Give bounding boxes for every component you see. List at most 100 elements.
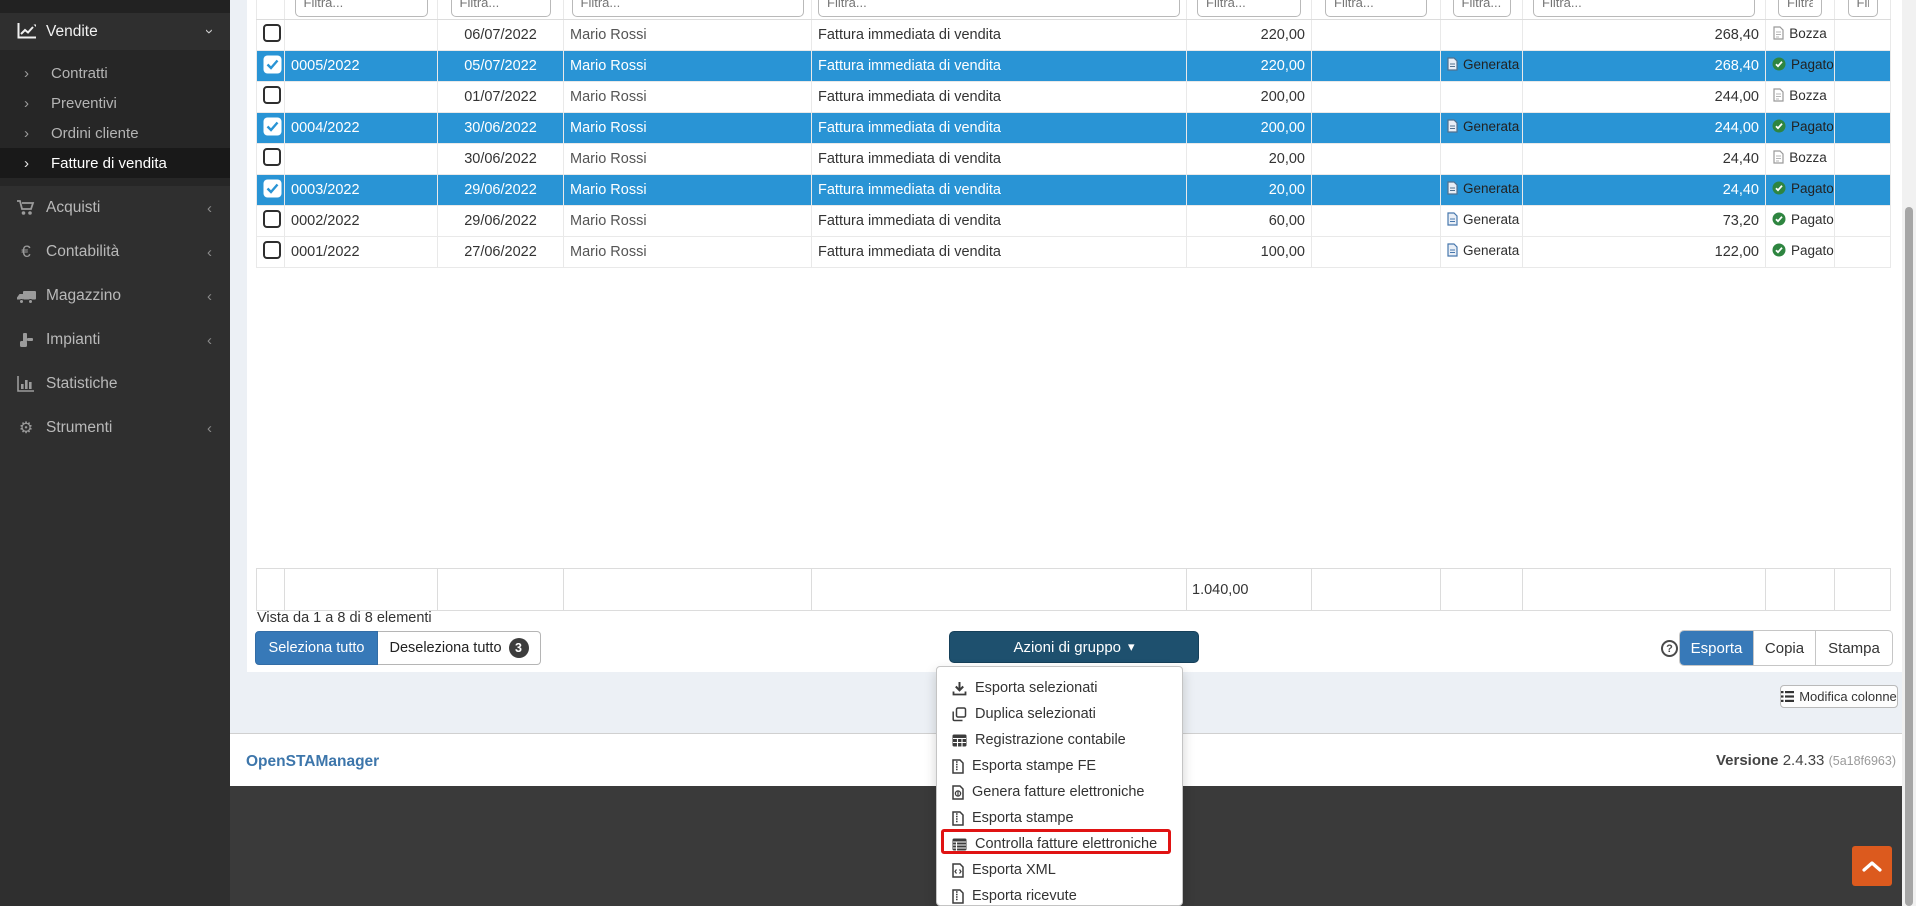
paid-check-icon (1772, 119, 1786, 133)
group-actions-button[interactable]: Azioni di gruppo ▾ (949, 631, 1199, 663)
cell-numero (285, 144, 438, 175)
menu-item-duplica-selezionati[interactable]: Duplica selezionati (937, 701, 1182, 727)
cell-stato: Pagato (1766, 206, 1835, 237)
cell-stato: Pagato (1766, 237, 1835, 268)
sidebar-item-vendite[interactable]: Vendite › (0, 13, 230, 50)
cell-totale: 268,40 (1523, 51, 1766, 82)
file-code-icon (952, 863, 964, 878)
cell-stato: Pagato (1766, 113, 1835, 144)
table-totals-row: 1.040,00 (256, 568, 1891, 611)
row-checkbox-checked[interactable] (263, 186, 282, 202)
row-checkbox[interactable] (263, 241, 281, 259)
sidebar-item-strumenti[interactable]: ⚙ Strumenti ‹ (0, 406, 230, 450)
cell-stato: Bozza (1766, 20, 1835, 51)
results-summary: Vista da 1 a 8 di 8 elementi (257, 610, 432, 626)
filter-stato-input[interactable] (1778, 0, 1822, 17)
sidebar-item-contabilita[interactable]: € Contabilità ‹ (0, 230, 230, 274)
edit-columns-label: Modifica colonne (1799, 689, 1897, 704)
menu-item-genera-fatture-elettroniche[interactable]: Genera fatture elettroniche (937, 779, 1182, 805)
sidebar-item-magazzino[interactable]: Magazzino ‹ (0, 274, 230, 318)
download-icon (952, 681, 967, 696)
table-row[interactable]: 01/07/2022 Mario Rossi Fattura immediata… (257, 82, 1891, 113)
menu-item-esporta-xml[interactable]: Esporta XML (937, 857, 1182, 883)
table-row-selected[interactable]: 0005/2022 05/07/2022 Mario Rossi Fattura… (257, 51, 1891, 82)
deselect-all-button[interactable]: Deseleziona tutto 3 (378, 631, 541, 665)
filter-numero-input[interactable] (295, 0, 428, 17)
paid-check-icon (1772, 212, 1786, 226)
sidebar-item-impianti[interactable]: Impianti ‹ (0, 318, 230, 362)
version-number: 2.4.33 (1783, 752, 1825, 769)
cell-fe (1441, 20, 1523, 51)
sidebar-item-contratti[interactable]: › Contratti (0, 58, 230, 88)
table-row[interactable]: 0002/2022 29/06/2022 Mario Rossi Fattura… (257, 206, 1891, 237)
sidebar-item-ordini-cliente[interactable]: › Ordini cliente (0, 118, 230, 148)
cell-numero: 0002/2022 (285, 206, 438, 237)
sidebar-item-label: Contabilità (46, 243, 207, 261)
table-row[interactable]: 0001/2022 27/06/2022 Mario Rossi Fattura… (257, 237, 1891, 268)
menu-item-registrazione-contabile[interactable]: Registrazione contabile (937, 727, 1182, 753)
sidebar-item-label: Ordini cliente (51, 125, 139, 142)
filter-ragione-sociale-input[interactable] (572, 0, 804, 17)
cell-sconto (1312, 51, 1441, 82)
table-row-selected[interactable]: 0004/2022 30/06/2022 Mario Rossi Fattura… (257, 113, 1891, 144)
cell-imponibile: 60,00 (1187, 206, 1312, 237)
menu-item-esporta-selezionati[interactable]: Esporta selezionati (937, 675, 1182, 701)
row-checkbox[interactable] (263, 148, 281, 166)
row-checkbox[interactable] (263, 210, 281, 228)
cell-tipo: Fattura immediata di vendita (812, 82, 1187, 113)
cell-imponibile: 200,00 (1187, 82, 1312, 113)
menu-item-esporta-stampe-fe[interactable]: Esporta stampe FE (937, 753, 1182, 779)
cell-sconto (1312, 82, 1441, 113)
filter-fe-input[interactable] (1453, 0, 1511, 17)
cell-data: 29/06/2022 (438, 206, 564, 237)
cell-data: 27/06/2022 (438, 237, 564, 268)
cell-extra (1835, 20, 1891, 51)
table-row[interactable]: 06/07/2022 Mario Rossi Fattura immediata… (257, 20, 1891, 51)
filter-totale-input[interactable] (1533, 0, 1755, 17)
sidebar-item-acquisti[interactable]: Acquisti ‹ (0, 186, 230, 230)
scrollbar-thumb[interactable] (1905, 207, 1913, 906)
cell-fe: Generata (1441, 51, 1523, 82)
menu-item-label: Duplica selezionati (975, 706, 1096, 722)
menu-item-label: Esporta XML (972, 862, 1056, 878)
select-all-button[interactable]: Seleziona tutto (255, 631, 378, 665)
cell-numero (285, 20, 438, 51)
cell-tipo: Fattura immediata di vendita (812, 113, 1187, 144)
shopping-cart-icon (15, 200, 37, 216)
export-button[interactable]: Esporta (1680, 631, 1754, 665)
menu-item-esporta-stampe[interactable]: Esporta stampe (937, 805, 1182, 831)
chevron-up-icon (1862, 860, 1882, 872)
export-button-group: Esporta Copia Stampa (1679, 630, 1893, 666)
euro-icon: € (15, 242, 37, 262)
sidebar-item-statistiche[interactable]: Statistiche (0, 362, 230, 406)
filter-data-input[interactable] (451, 0, 551, 17)
cell-data: 01/07/2022 (438, 82, 564, 113)
row-checkbox-checked[interactable] (263, 62, 282, 78)
table-row[interactable]: 30/06/2022 Mario Rossi Fattura immediata… (257, 144, 1891, 175)
row-checkbox-checked[interactable] (263, 124, 282, 140)
draft-file-icon (1773, 26, 1784, 40)
print-button[interactable]: Stampa (1816, 631, 1892, 665)
scroll-to-top-button[interactable] (1852, 846, 1892, 886)
table-row-selected[interactable]: 0003/2022 29/06/2022 Mario Rossi Fattura… (257, 175, 1891, 206)
sidebar-item-preventivi[interactable]: › Preventivi (0, 88, 230, 118)
filter-tipo-input[interactable] (818, 0, 1180, 17)
cell-data: 30/06/2022 (438, 113, 564, 144)
menu-item-controlla-fatture-elettroniche[interactable]: Controlla fatture elettroniche (937, 831, 1182, 857)
edit-columns-button[interactable]: Modifica colonne (1780, 685, 1898, 708)
copy-button[interactable]: Copia (1754, 631, 1816, 665)
row-checkbox[interactable] (263, 24, 281, 42)
filter-imponibile-input[interactable] (1197, 0, 1301, 17)
filter-sconto-input[interactable] (1325, 0, 1427, 17)
brand-link[interactable]: OpenSTAManager (246, 753, 379, 771)
filter-extra-input[interactable] (1848, 0, 1878, 17)
electronic-invoice-icon (1447, 181, 1458, 195)
paid-check-icon (1772, 181, 1786, 195)
cell-extra (1835, 206, 1891, 237)
sidebar-submenu-vendite: › Contratti › Preventivi › Ordini client… (0, 50, 230, 186)
sidebar-item-fatture-di-vendita[interactable]: › Fatture di vendita (0, 148, 230, 178)
row-checkbox[interactable] (263, 86, 281, 104)
help-icon[interactable]: ? (1661, 640, 1678, 657)
menu-item-esporta-ricevute[interactable]: Esporta ricevute (937, 883, 1182, 906)
cell-extra (1835, 175, 1891, 206)
